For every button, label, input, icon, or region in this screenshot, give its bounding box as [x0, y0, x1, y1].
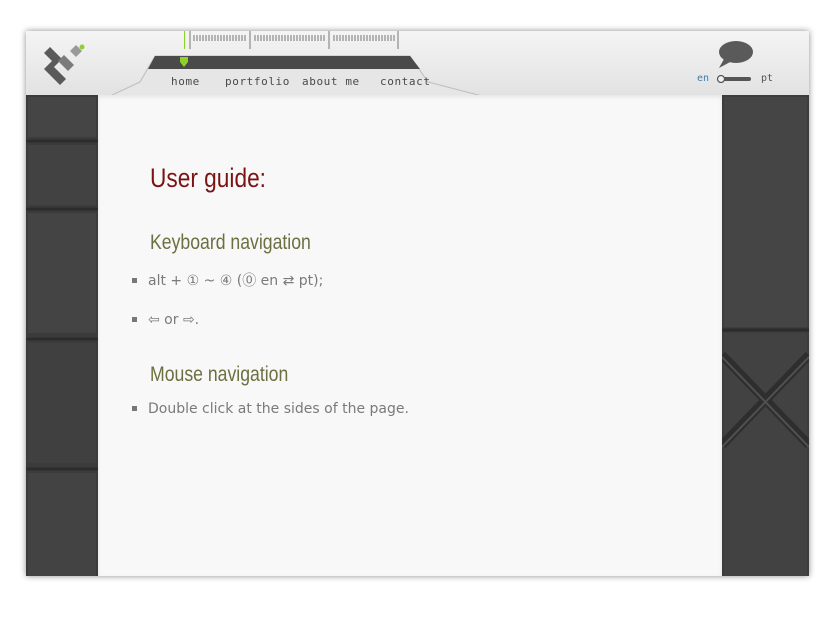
section-heading-mouse: Mouse navigation	[150, 363, 289, 386]
scroll-ruler	[184, 31, 399, 49]
page-title: User guide:	[150, 163, 266, 193]
bullet-icon	[132, 405, 137, 411]
list-item: alt + ① ~ ④ (⓪ en ⇄ pt);	[132, 270, 323, 290]
section-heading-keyboard: Keyboard navigation	[150, 231, 311, 254]
logo-icon[interactable]	[40, 41, 88, 87]
bullet-icon	[132, 316, 137, 322]
language-pt[interactable]: pt	[761, 73, 773, 84]
language-en[interactable]: en	[697, 73, 709, 84]
nav-home[interactable]: home	[171, 75, 200, 88]
list-item: Double click at the sides of the page.	[132, 401, 409, 417]
list-item-text: Double click at the sides of the page.	[148, 401, 409, 417]
right-side-panel[interactable]	[722, 95, 809, 576]
nav-contact[interactable]: contact	[380, 75, 431, 88]
list-item-text: ⇦ or ⇨.	[148, 312, 200, 328]
bullet-icon	[132, 277, 137, 283]
top-bar: home portfolio about me contact en pt	[26, 31, 809, 96]
site-frame: home portfolio about me contact en pt Us…	[26, 31, 809, 576]
content-panel: User guide: Keyboard navigation alt + ① …	[98, 95, 722, 576]
list-item: ⇦ or ⇨.	[132, 312, 199, 328]
list-item-text: alt + ① ~ ④ (⓪ en ⇄ pt);	[148, 273, 324, 289]
nav-about-me[interactable]: about me	[302, 75, 360, 88]
nav-portfolio[interactable]: portfolio	[225, 75, 290, 88]
language-toggle-icon[interactable]	[715, 75, 753, 83]
active-nav-indicator-icon	[180, 57, 188, 67]
speech-bubble-icon[interactable]	[716, 40, 754, 70]
left-side-panel[interactable]	[26, 95, 98, 576]
